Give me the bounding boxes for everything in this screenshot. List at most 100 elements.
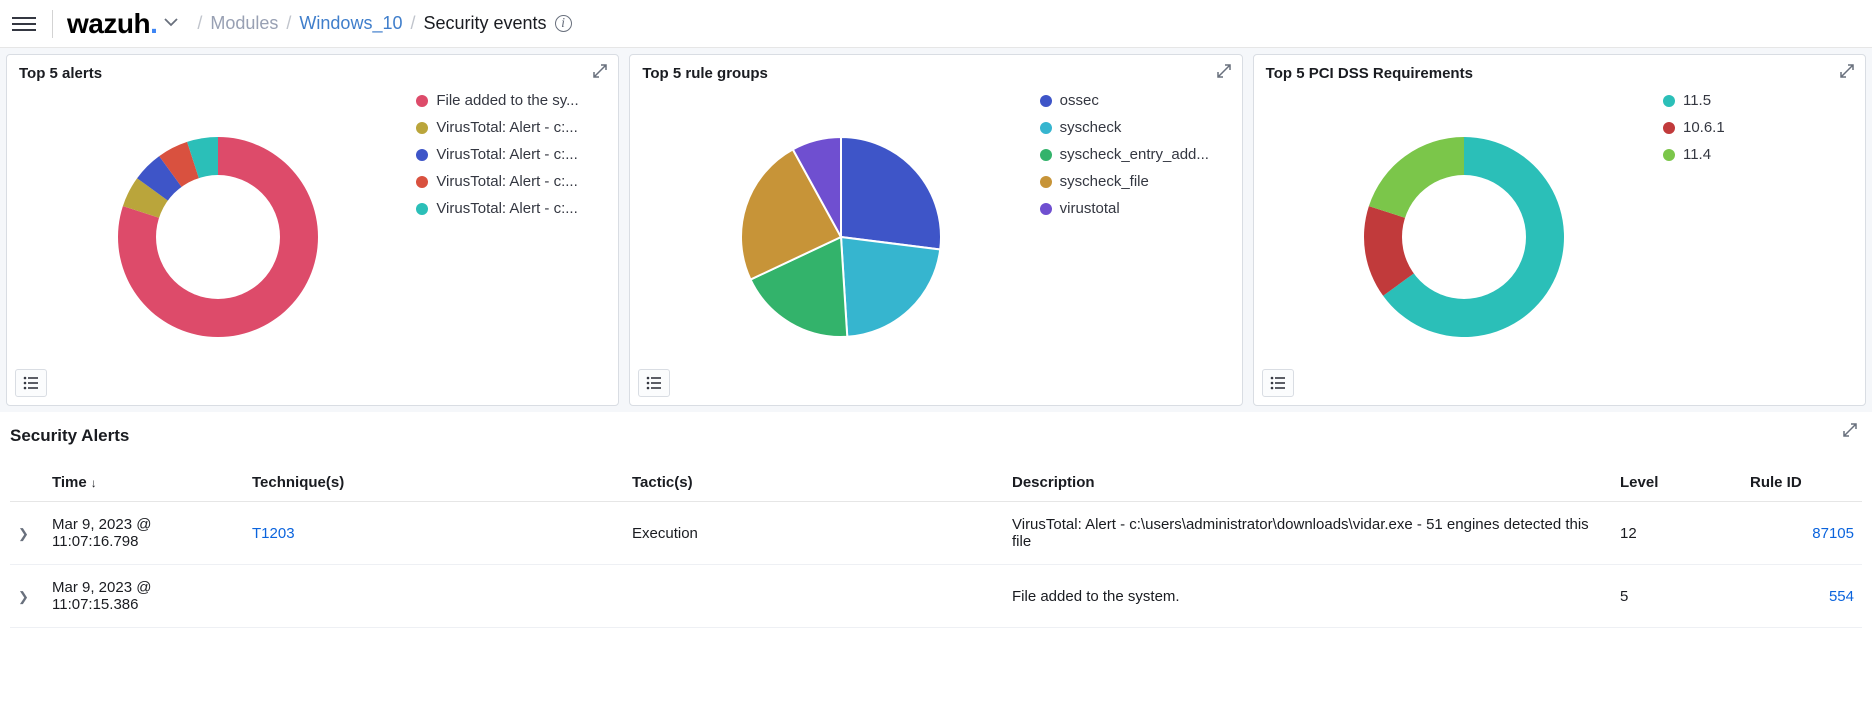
column-time[interactable]: Time ↓ [44,464,244,502]
cell-level: 12 [1612,502,1742,565]
cell-time: Mar 9, 2023 @ 11:07:15.386 [44,565,244,628]
breadcrumb-separator: / [197,13,202,34]
legend-rule-groups: ossec syscheck syscheck_entry_add...sysche… [1040,92,1230,227]
expand-row-icon[interactable]: ❯ [18,589,29,604]
legend-item[interactable]: 11.5 [1663,92,1853,109]
expand-row-icon[interactable]: ❯ [18,526,29,541]
legend-label: ossec [1060,92,1099,109]
legend-swatch [1040,203,1052,215]
legend-alerts: File added to the sy... VirusTotal: Alert… [416,92,606,227]
cell-time: Mar 9, 2023 @ 11:07:16.798 [44,502,244,565]
list-icon[interactable] [638,369,670,397]
legend-swatch [416,122,428,134]
pie-chart-rule-groups [642,92,1039,382]
rule-id-link[interactable]: 87105 [1812,525,1854,542]
legend-label: 11.4 [1683,146,1711,163]
panel-title: Top 5 PCI DSS Requirements [1266,65,1853,82]
cell-tactic: Execution [624,502,1004,565]
info-icon[interactable]: i [555,15,572,32]
legend-item[interactable]: ossec [1040,92,1230,109]
alerts-table: Time ↓ Technique(s) Tactic(s) Description… [10,464,1862,628]
breadcrumb-separator: / [410,13,415,34]
column-description[interactable]: Description [1004,464,1612,502]
legend-label: virustotal [1060,200,1120,217]
legend-swatch [1040,122,1052,134]
legend-label: syscheck_entry_add... [1060,146,1209,163]
breadcrumb-current: Security events [424,13,547,34]
logo[interactable]: wazuh. [67,8,157,40]
legend-label: VirusTotal: Alert - c:... [436,173,577,190]
legend-label: VirusTotal: Alert - c:... [436,200,577,217]
legend-item[interactable]: VirusTotal: Alert - c:... [416,146,606,163]
panel-top-rule-groups: Top 5 rule groups ossec syscheck syscheck_… [629,54,1242,406]
legend-swatch [1663,95,1675,107]
legend-item[interactable]: 11.4 [1663,146,1853,163]
column-time-label: Time [52,474,87,491]
legend-label: VirusTotal: Alert - c:... [436,119,577,136]
legend-item[interactable]: VirusTotal: Alert - c:... [416,200,606,217]
column-rule-id[interactable]: Rule ID [1742,464,1862,502]
legend-item[interactable]: syscheck [1040,119,1230,136]
logo-dot: . [150,8,157,39]
list-icon[interactable] [1262,369,1294,397]
rule-id-link[interactable]: 554 [1829,588,1854,605]
breadcrumb-agent[interactable]: Windows_10 [299,13,402,34]
legend-item[interactable]: VirusTotal: Alert - c:... [416,119,606,136]
alerts-tbody: ❯ Mar 9, 2023 @ 11:07:16.798 T1203 Execu… [10,502,1862,628]
legend-item[interactable]: File added to the sy... [416,92,606,109]
sort-down-icon: ↓ [91,476,97,490]
legend-label: syscheck_file [1060,173,1149,190]
panel-title: Top 5 alerts [19,65,606,82]
chevron-down-icon[interactable] [163,14,179,33]
legend-label: File added to the sy... [436,92,578,109]
legend-swatch [416,149,428,161]
legend-item[interactable]: syscheck_entry_add... [1040,146,1230,163]
legend-label: syscheck [1060,119,1122,136]
panels-row: Top 5 alerts File added to the sy... Viru… [0,48,1872,412]
donut-chart-alerts [19,92,416,382]
list-icon[interactable] [15,369,47,397]
logo-text: wazuh [67,8,150,39]
legend-swatch [1040,95,1052,107]
top-bar: wazuh. / Modules / Windows_10 / Security… [0,0,1872,48]
section-title: Security Alerts [10,426,1862,446]
column-tactic[interactable]: Tactic(s) [624,464,1004,502]
legend-swatch [1663,149,1675,161]
legend-swatch [1663,122,1675,134]
expand-icon[interactable] [1839,63,1855,82]
breadcrumb-separator: / [286,13,291,34]
column-expand [10,464,44,502]
expand-icon[interactable] [1216,63,1232,82]
panel-top-pci: Top 5 PCI DSS Requirements 11.510.6.111.… [1253,54,1866,406]
legend-label: 10.6.1 [1683,119,1725,136]
column-level[interactable]: Level [1612,464,1742,502]
legend-item[interactable]: 10.6.1 [1663,119,1853,136]
cell-description: File added to the system. [1004,565,1612,628]
expand-icon[interactable] [1842,422,1858,441]
legend-swatch [1040,149,1052,161]
legend-item[interactable]: virustotal [1040,200,1230,217]
legend-item[interactable]: VirusTotal: Alert - c:... [416,173,606,190]
cell-tactic [624,565,1004,628]
legend-swatch [1040,176,1052,188]
legend-label: 11.5 [1683,92,1711,109]
security-alerts-section: Security Alerts Time ↓ Technique(s) Tacti… [0,412,1872,642]
donut-chart-pci [1266,92,1663,382]
column-technique[interactable]: Technique(s) [244,464,624,502]
panel-top-alerts: Top 5 alerts File added to the sy... Viru… [6,54,619,406]
menu-icon[interactable] [12,12,36,36]
table-row: ❯ Mar 9, 2023 @ 11:07:15.386 File added … [10,565,1862,628]
table-row: ❯ Mar 9, 2023 @ 11:07:16.798 T1203 Execu… [10,502,1862,565]
separator [52,10,53,38]
technique-link[interactable]: T1203 [252,525,295,542]
cell-description: VirusTotal: Alert - c:\users\administrat… [1004,502,1612,565]
legend-swatch [416,176,428,188]
expand-icon[interactable] [592,63,608,82]
legend-label: VirusTotal: Alert - c:... [436,146,577,163]
panel-title: Top 5 rule groups [642,65,1229,82]
breadcrumb-modules[interactable]: Modules [210,13,278,34]
cell-level: 5 [1612,565,1742,628]
legend-pci: 11.5 10.6.1 11.4 [1663,92,1853,173]
legend-item[interactable]: syscheck_file [1040,173,1230,190]
legend-swatch [416,95,428,107]
